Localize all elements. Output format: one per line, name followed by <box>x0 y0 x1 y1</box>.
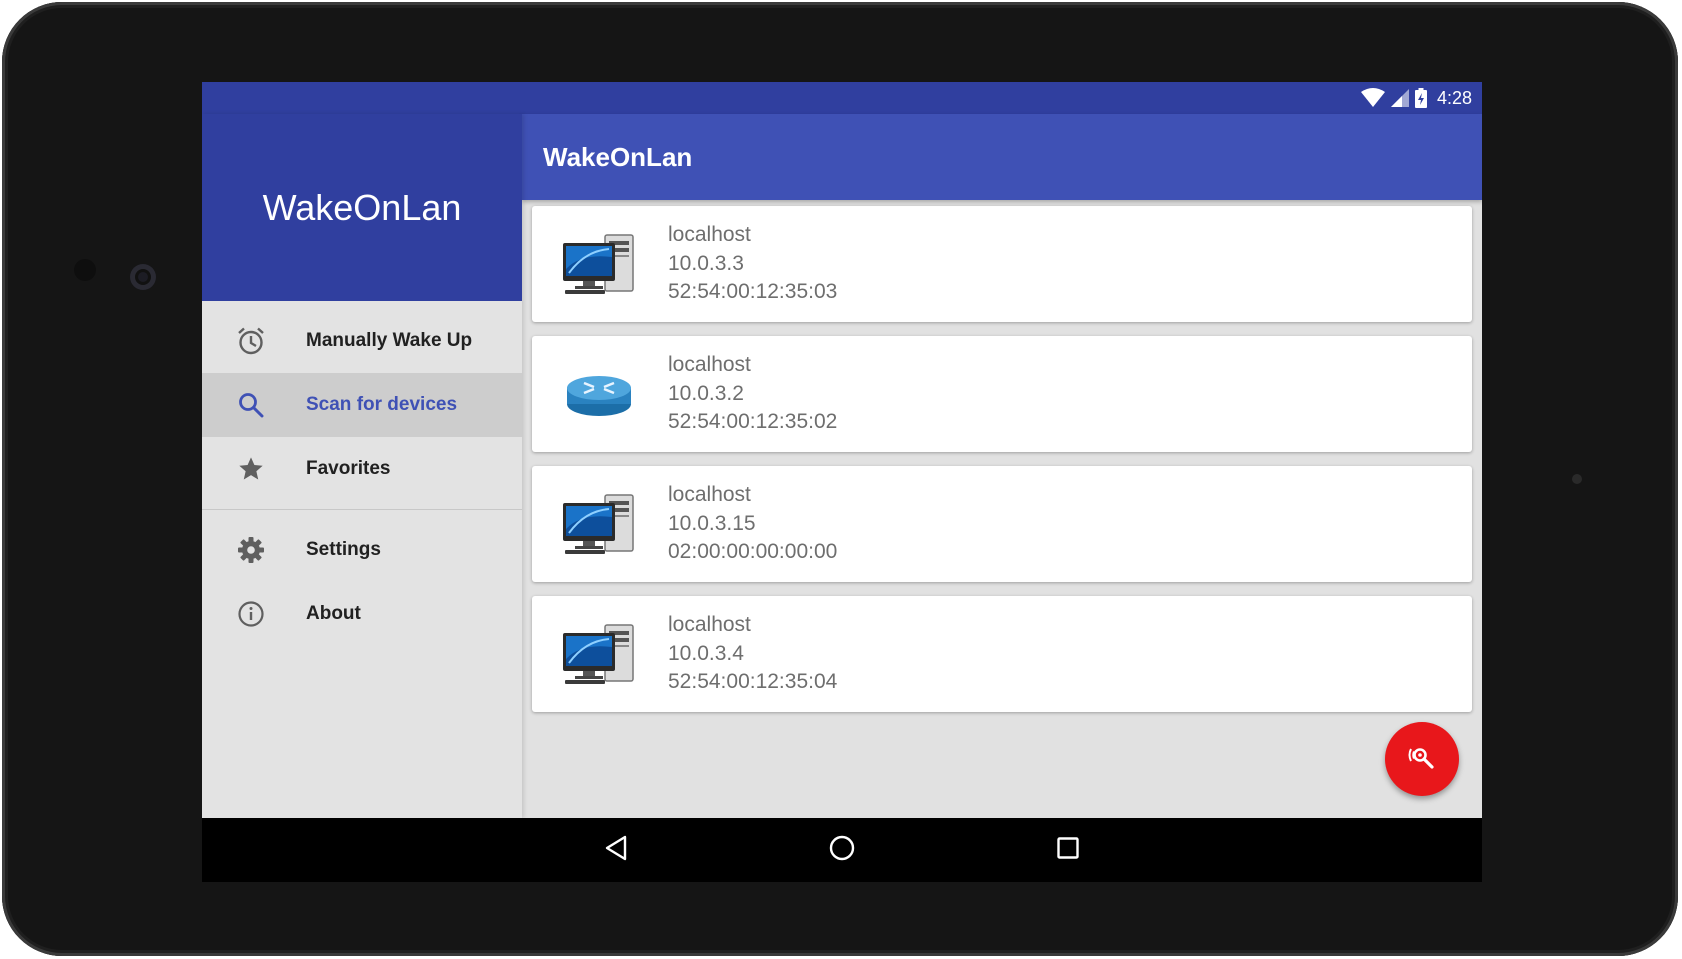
device-card[interactable]: localhost 10.0.3.3 52:54:00:12:35:03 <box>532 206 1472 322</box>
home-icon <box>829 835 855 866</box>
device-mac: 52:54:00:12:35:02 <box>668 410 838 434</box>
desktop-computer-icon <box>558 228 640 300</box>
front-camera <box>130 264 156 290</box>
app-toolbar: WakeOnLan <box>522 114 1482 200</box>
drawer-item-manually-wake-up[interactable]: Manually Wake Up <box>202 309 522 373</box>
drawer-item-about[interactable]: About <box>202 582 522 646</box>
star-icon <box>234 452 268 486</box>
device-mac: 52:54:00:12:35:04 <box>668 670 838 694</box>
device-ip: 10.0.3.3 <box>668 251 744 275</box>
scan-fab-button[interactable] <box>1385 722 1459 796</box>
device-name: localhost <box>668 353 751 377</box>
device-info: localhost 10.0.3.15 02:00:00:00:00:00 <box>668 481 837 567</box>
drawer-item-label: Manually Wake Up <box>306 330 473 351</box>
recents-button[interactable] <box>1038 820 1098 880</box>
device-ip: 10.0.3.2 <box>668 381 744 405</box>
drawer-item-settings[interactable]: Settings <box>202 518 522 582</box>
device-name: localhost <box>668 613 751 637</box>
desktop-computer-icon <box>558 488 640 560</box>
cell-signal-icon <box>1390 89 1409 107</box>
system-nav-bar <box>202 818 1482 882</box>
drawer-item-label: Favorites <box>306 458 391 479</box>
device-screen: 4:28 WakeOnLan localhost 10.0.3.3 52:54:… <box>202 82 1482 882</box>
router-icon <box>558 358 640 430</box>
network-scan-icon <box>1407 744 1437 775</box>
search-icon <box>234 388 268 422</box>
device-ip: 10.0.3.15 <box>668 511 756 535</box>
drawer-item-scan-for-devices[interactable]: Scan for devices <box>202 373 522 437</box>
device-ip: 10.0.3.4 <box>668 641 744 665</box>
toolbar-title: WakeOnLan <box>543 141 693 172</box>
drawer-header: WakeOnLan <box>202 114 522 301</box>
status-bar: 4:28 <box>202 82 1482 114</box>
device-info: localhost 10.0.3.4 52:54:00:12:35:04 <box>668 611 837 697</box>
device-info: localhost 10.0.3.3 52:54:00:12:35:03 <box>668 221 837 307</box>
tablet-bezel: 4:28 WakeOnLan localhost 10.0.3.3 52:54:… <box>2 2 1678 956</box>
drawer-item-favorites[interactable]: Favorites <box>202 437 522 501</box>
back-icon <box>604 835 628 866</box>
drawer-item-label: Settings <box>306 539 381 560</box>
proximity-sensor <box>1572 474 1582 484</box>
drawer-header-title: WakeOnLan <box>262 186 462 228</box>
status-clock: 4:28 <box>1436 87 1472 108</box>
home-button[interactable] <box>812 820 872 880</box>
device-name: localhost <box>668 223 751 247</box>
alarm-icon <box>234 324 268 358</box>
front-sensor <box>74 259 96 281</box>
navigation-drawer: WakeOnLan Manually Wake Up Scan for devi… <box>202 114 522 818</box>
drawer-item-label: About <box>306 603 361 624</box>
device-mac: 02:00:00:00:00:00 <box>668 540 838 564</box>
battery-charging-icon <box>1414 88 1427 108</box>
desktop-computer-icon <box>558 618 640 690</box>
device-mac: 52:54:00:12:35:03 <box>668 280 838 304</box>
device-card[interactable]: localhost 10.0.3.15 02:00:00:00:00:00 <box>532 466 1472 582</box>
back-button[interactable] <box>586 820 646 880</box>
device-card[interactable]: localhost 10.0.3.2 52:54:00:12:35:02 <box>532 336 1472 452</box>
wifi-icon <box>1360 88 1385 108</box>
gear-icon <box>234 533 268 567</box>
drawer-divider <box>202 509 522 510</box>
device-list: localhost 10.0.3.3 52:54:00:12:35:03 loc… <box>532 206 1472 726</box>
device-card[interactable]: localhost 10.0.3.4 52:54:00:12:35:04 <box>532 596 1472 712</box>
info-icon <box>234 597 268 631</box>
device-info: localhost 10.0.3.2 52:54:00:12:35:02 <box>668 351 837 437</box>
device-name: localhost <box>668 483 751 507</box>
drawer-item-label: Scan for devices <box>306 394 458 415</box>
recents-icon <box>1057 836 1079 864</box>
